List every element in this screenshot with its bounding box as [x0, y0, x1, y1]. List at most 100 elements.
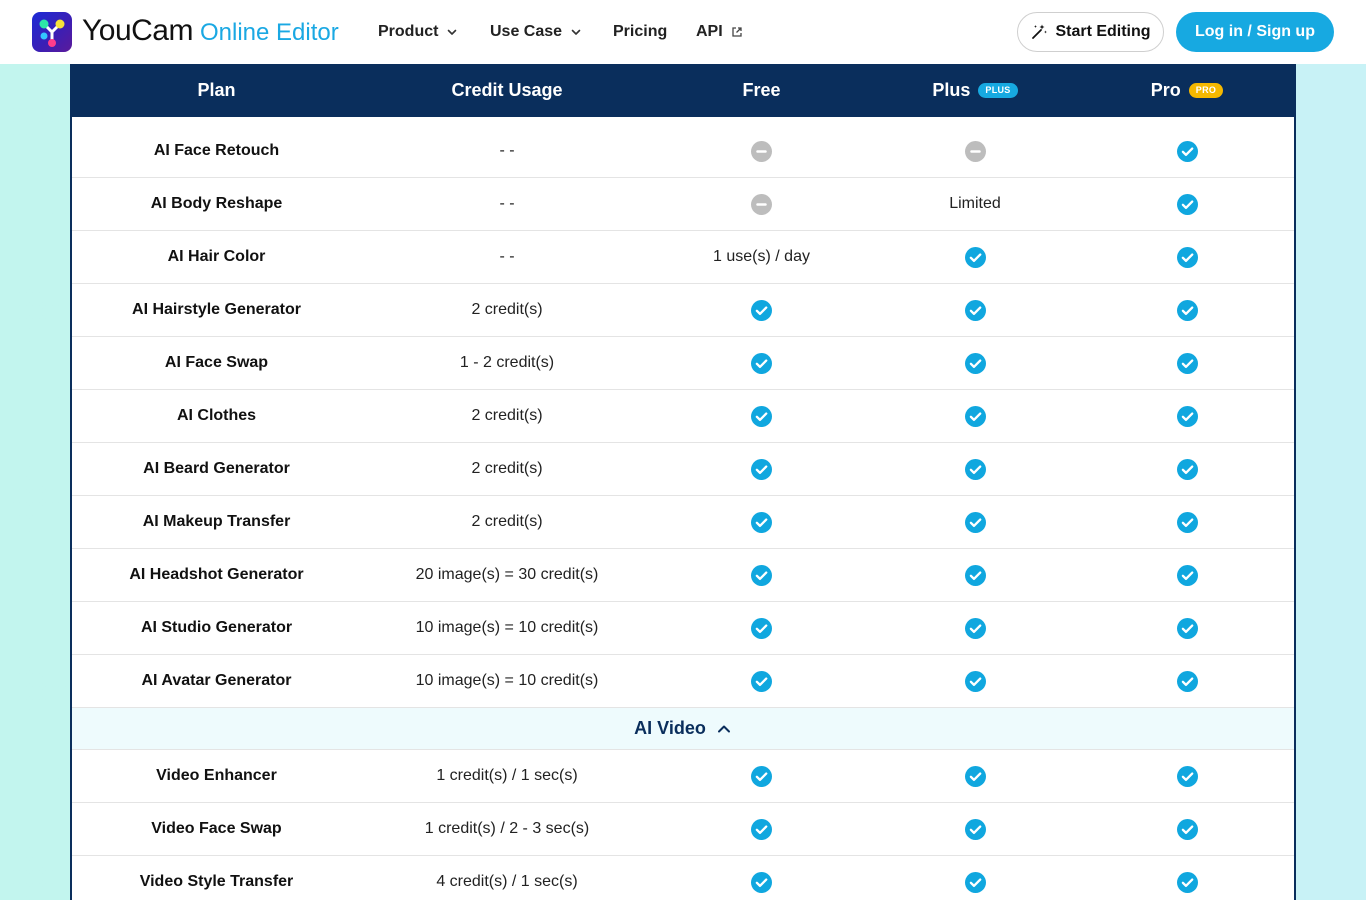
- login-signup-label: Log in / Sign up: [1195, 23, 1315, 40]
- check-circle-icon: [964, 405, 986, 427]
- check-circle-icon: [1176, 511, 1198, 533]
- feature-name: AI Makeup Transfer: [72, 496, 361, 548]
- free-plan-cell: [653, 178, 870, 230]
- pro-plan-cell: [1080, 443, 1294, 495]
- nav-api-label: API: [696, 23, 723, 40]
- start-editing-label: Start Editing: [1055, 23, 1151, 40]
- free-plan-cell: [653, 390, 870, 442]
- check-circle-icon: [751, 871, 772, 893]
- minus-circle-icon: [751, 140, 772, 162]
- check-circle-icon: [1176, 765, 1198, 787]
- feature-name: AI Headshot Generator: [72, 549, 361, 601]
- credit-usage-cell: 10 image(s) = 10 credit(s): [361, 602, 653, 654]
- credit-usage-cell-text: 1 credit(s) / 1 sec(s): [436, 767, 578, 784]
- login-signup-button[interactable]: Log in / Sign up: [1176, 12, 1334, 52]
- check-circle-icon: [964, 458, 986, 480]
- table-row: Video Enhancer 1 credit(s) / 1 sec(s): [72, 750, 1294, 803]
- check-circle-icon: [964, 246, 986, 268]
- free-plan-cell: [653, 284, 870, 336]
- free-plan-cell: [653, 443, 870, 495]
- table-header: Plan Credit Usage Free Plus PLUS Pro PRO: [72, 64, 1294, 117]
- plus-plan-cell: [870, 750, 1080, 802]
- credit-usage-cell-text: 10 image(s) = 10 credit(s): [415, 672, 599, 689]
- credit-usage-cell-text: 2 credit(s): [471, 513, 543, 530]
- feature-name: AI Body Reshape: [72, 178, 361, 230]
- free-plan-cell: 1 use(s) / day: [653, 231, 870, 283]
- plus-plan-cell-text: Limited: [949, 195, 1001, 212]
- header-plan: Plan: [72, 64, 361, 117]
- header-pro: Pro PRO: [1080, 64, 1294, 117]
- feature-name: AI Face Swap: [72, 337, 361, 389]
- credit-usage-cell-text: 1 - 2 credit(s): [459, 354, 555, 371]
- credit-usage-cell: - -: [361, 178, 653, 230]
- feature-name-text: AI Body Reshape: [150, 195, 283, 212]
- credit-usage-cell: 2 credit(s): [361, 284, 653, 336]
- feature-name: AI Face Retouch: [72, 125, 361, 177]
- table-row: Video Style Transfer 4 credit(s) / 1 sec(…: [72, 856, 1294, 900]
- check-circle-icon: [1176, 564, 1198, 586]
- free-plan-cell: [653, 602, 870, 654]
- check-circle-icon: [1176, 670, 1198, 692]
- minus-circle-icon: [964, 140, 986, 162]
- free-plan-cell: [653, 803, 870, 855]
- pro-plan-cell: [1080, 390, 1294, 442]
- nav-api[interactable]: API: [696, 20, 743, 44]
- free-plan-cell: [653, 337, 870, 389]
- free-plan-cell: [653, 549, 870, 601]
- table-row: AI Beard Generator 2 credit(s): [72, 443, 1294, 496]
- check-circle-icon: [964, 299, 986, 321]
- feature-name-text: AI Face Swap: [164, 354, 269, 371]
- feature-rows-video: Video Enhancer 1 credit(s) / 1 sec(s) Vide…: [72, 750, 1294, 900]
- check-circle-icon: [751, 511, 772, 533]
- start-editing-button[interactable]: Start Editing: [1017, 12, 1164, 52]
- plus-plan-cell: [870, 549, 1080, 601]
- table-row: AI Body Reshape - - Limited: [72, 178, 1294, 231]
- nav-product[interactable]: Product: [378, 20, 458, 44]
- feature-name-text: AI Studio Generator: [140, 619, 293, 636]
- magic-wand-icon: [1032, 24, 1048, 39]
- nav-product-label: Product: [378, 23, 439, 40]
- header-free: Free: [653, 64, 870, 117]
- chevron-down-icon: [448, 29, 457, 35]
- feature-name: AI Avatar Generator: [72, 655, 361, 707]
- check-circle-icon: [964, 617, 986, 639]
- feature-name-text: AI Hairstyle Generator: [132, 301, 301, 318]
- credit-usage-cell-text: - -: [499, 195, 515, 212]
- credit-usage-cell: 2 credit(s): [361, 390, 653, 442]
- credit-usage-cell-text: 4 credit(s) / 1 sec(s): [436, 873, 578, 890]
- check-circle-icon: [751, 458, 772, 480]
- plus-plan-cell: [870, 655, 1080, 707]
- table-row: AI Makeup Transfer 2 credit(s): [72, 496, 1294, 549]
- plus-plan-cell: [870, 443, 1080, 495]
- feature-name-text: Video Style Transfer: [139, 873, 294, 890]
- plus-plan-cell: [870, 803, 1080, 855]
- check-circle-icon: [1176, 617, 1198, 639]
- free-plan-cell: [653, 125, 870, 177]
- feature-name-text: AI Face Retouch: [153, 142, 280, 159]
- feature-name-text: AI Beard Generator: [143, 460, 290, 477]
- feature-name: AI Clothes: [72, 390, 361, 442]
- youcam-logo-icon[interactable]: [32, 12, 72, 52]
- section-toggle-ai-video[interactable]: AI Video: [72, 708, 1294, 750]
- header-pro-label: Pro: [1150, 80, 1181, 100]
- credit-usage-cell-text: 10 image(s) = 10 credit(s): [415, 619, 599, 636]
- brand-wordmark[interactable]: YouCam Online Editor: [82, 12, 339, 52]
- credit-usage-cell: 1 credit(s) / 2 - 3 sec(s): [361, 803, 653, 855]
- feature-name: AI Hairstyle Generator: [72, 284, 361, 336]
- pro-plan-cell: [1080, 178, 1294, 230]
- plus-plan-cell: [870, 856, 1080, 900]
- nav-pricing[interactable]: Pricing: [613, 20, 667, 44]
- credit-usage-cell: - -: [361, 231, 653, 283]
- check-circle-icon: [1176, 299, 1198, 321]
- brand-sub: Online Editor: [199, 19, 339, 46]
- nav-use-case[interactable]: Use Case: [490, 20, 582, 44]
- chevron-up-icon: [717, 725, 730, 732]
- table-row: AI Headshot Generator 20 image(s) = 30 cr…: [72, 549, 1294, 602]
- plus-plan-cell: [870, 337, 1080, 389]
- check-circle-icon: [1176, 140, 1198, 162]
- feature-rows-ai: AI Face Retouch - - AI Body Reshape - - Limi…: [72, 125, 1294, 708]
- feature-name-text: AI Clothes: [176, 407, 257, 424]
- credit-usage-cell-text: 1 credit(s) / 2 - 3 sec(s): [424, 820, 590, 837]
- feature-name-text: AI Avatar Generator: [141, 672, 292, 689]
- pro-plan-cell: [1080, 750, 1294, 802]
